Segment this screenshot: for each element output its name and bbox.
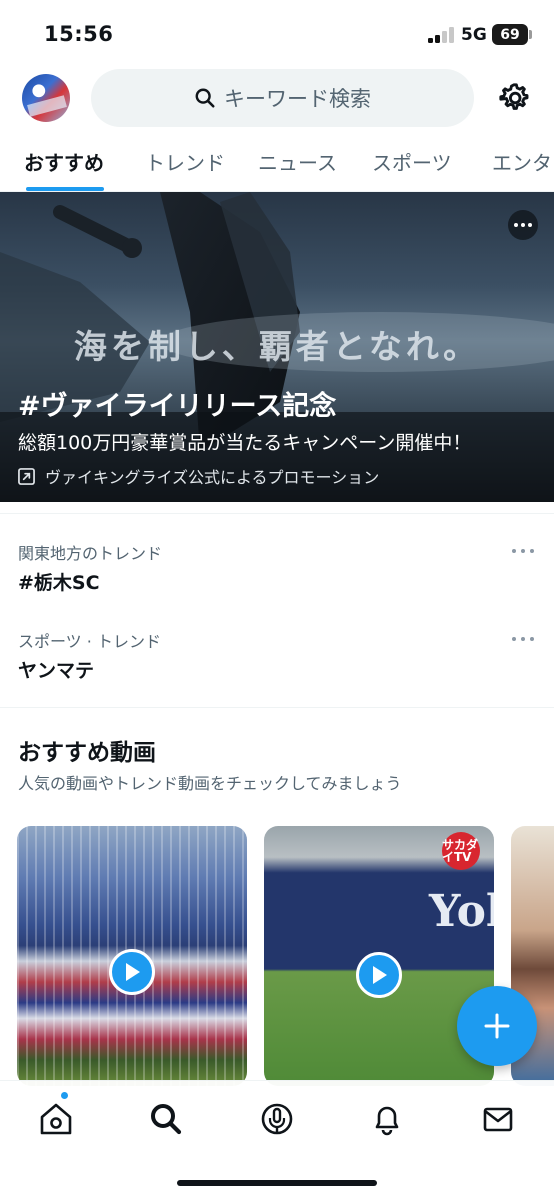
promo-tagline: 海を制し、覇者となれ。 [73,327,481,366]
notifications-icon[interactable] [367,1099,407,1139]
spaces-icon[interactable] [257,1099,297,1139]
compose-button[interactable] [457,986,537,1066]
search-input[interactable]: キーワード検索 [91,69,474,127]
signal-icon [428,27,454,43]
tab-recommended[interactable]: おすすめ [24,147,104,176]
trend-more-icon[interactable] [512,548,534,554]
home-indicator[interactable] [177,1180,377,1186]
trend-context: スポーツ · トレンド [18,632,161,651]
messages-icon[interactable] [478,1099,518,1139]
top-bar: キーワード検索 [0,64,554,132]
video-overlay-text: Yok [429,886,494,937]
tab-news[interactable]: ニュース [258,147,337,176]
status-time: 15:56 [44,22,114,46]
section-subtitle: 人気の動画やトレンド動画をチェックしてみましょう [18,774,402,793]
tab-entertainment[interactable]: エンタ [492,147,552,176]
promoted-icon [18,467,35,485]
network-label: 5G [461,25,487,45]
trend-item[interactable]: スポーツ · トレンド ヤンマテ [0,628,554,716]
promoted-by-text: ヴァイキングライズ公式によるプロモーション [45,468,380,487]
trend-context: 関東地方のトレンド [18,544,163,563]
tab-sports[interactable]: スポーツ [372,147,452,176]
promo-banner[interactable]: 海を制し、覇者となれ。 [0,192,554,502]
promo-title[interactable]: #ヴァイライリリース記念 [18,384,336,423]
battery-level: 69 [500,26,520,43]
trend-name: ヤンマテ [18,660,95,682]
promo-more-button[interactable] [508,210,538,240]
section-title: おすすめ動画 [18,740,156,766]
divider [0,707,554,708]
gear-icon[interactable] [496,80,532,116]
divider [0,513,554,514]
trend-item[interactable]: 関東地方のトレンド #栃木SC [0,540,554,628]
search-icon [195,88,215,108]
battery-icon: 69 [492,24,528,45]
play-icon[interactable] [109,949,155,995]
play-icon[interactable] [356,952,402,998]
search-icon[interactable] [146,1099,186,1139]
avatar[interactable] [22,74,70,122]
promoted-label[interactable]: ヴァイキングライズ公式によるプロモーション [18,464,379,488]
channel-badge: サカダイTV [442,832,480,870]
battery-nub [529,30,532,39]
search-placeholder: キーワード検索 [224,87,371,111]
promo-subtitle: 総額100万円豪華賞品が当たるキャンペーン開催中！ [18,432,472,454]
notification-dot [60,1091,69,1100]
trend-name: #栃木SC [18,572,100,594]
tab-trending[interactable]: トレンド [145,147,225,176]
trend-more-icon[interactable] [512,636,534,642]
plus-icon [484,1013,510,1039]
tab-indicator [26,187,104,191]
home-icon[interactable] [36,1099,76,1139]
status-bar: 15:56 5G 69 [0,0,554,64]
explore-tabs: おすすめ トレンド ニュース スポーツ エンタ [0,132,554,192]
